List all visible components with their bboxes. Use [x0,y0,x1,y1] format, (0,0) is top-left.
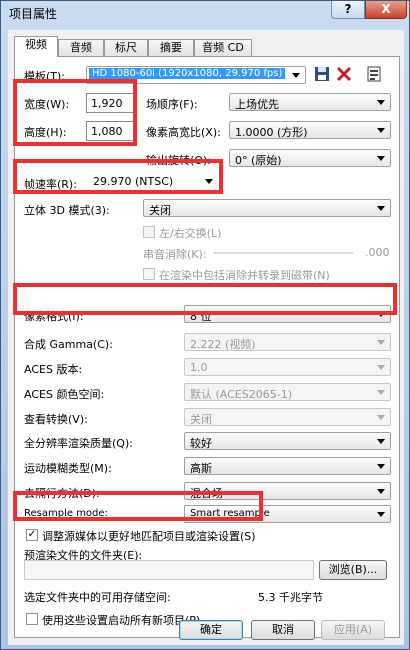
output-rotation-value: 0° (原始) [235,154,282,167]
title-bar[interactable]: 项目属性 ? X [1,1,409,25]
crosstalk-slider[interactable] [213,252,353,254]
aces-version-value: 1.0 [190,361,208,374]
adjust-media-checkbox[interactable]: ✓ [26,529,38,541]
apply-button[interactable]: 应用(A) [321,620,385,640]
stereo3d-label: 立体 3D 模式(3): [24,204,110,217]
motion-blur-label: 运动模糊类型(M): [24,462,112,475]
width-input[interactable]: 1,920 [86,93,136,113]
cancel-button[interactable]: 取消 [251,620,315,640]
resample-label: Resample mode: [24,508,108,519]
width-label: 宽度(W): [24,98,70,111]
stereo3d-dropdown[interactable]: 关闭 [143,199,391,217]
render-quality-dropdown[interactable]: 较好 [184,432,391,450]
motion-blur-value: 高斯 [190,462,212,475]
free-space-value: 5.3 千兆字节 [258,591,323,604]
deinterlace-value: 混合场 [190,487,223,500]
dialog-client: 视频 音频 标尺 摘要 音频 CD 模板(T): HD 1080-60i (19… [8,30,404,645]
field-order-dropdown[interactable]: 上场优先 [229,93,391,111]
video-settings-panel: 模板(T): HD 1080-60i (1920x1080, 29.970 fp… [14,56,400,638]
field-order-label: 场顺序(F): [146,98,198,111]
prerender-folder-input[interactable] [24,560,314,580]
motion-blur-dropdown[interactable]: 高斯 [184,457,391,475]
pixel-aspect-value: 1.0000 (方形) [235,126,308,139]
width-value: 1,920 [91,97,123,110]
tab-video[interactable]: 视频 [14,36,58,57]
height-value: 1,080 [91,125,123,138]
deinterlace-dropdown[interactable]: 混合场 [184,482,391,500]
template-value: HD 1080-60i (1920x1080, 29.970 fps) [89,68,286,79]
use-for-new-projects-checkbox[interactable] [26,613,38,625]
pixel-format-dropdown[interactable]: 8 位 [184,305,391,323]
tab-summary[interactable]: 摘要 [148,39,194,56]
frame-rate-label: 帧速率(R): [24,178,77,191]
aces-colorspace-label: ACES 颜色空间: [24,388,105,401]
include-overlaps-label: 在渲染中包括消除并转录到磁带(N) [159,269,330,282]
swap-lr-checkbox[interactable] [143,226,155,238]
render-quality-value: 较好 [190,437,212,450]
aces-colorspace-dropdown[interactable]: 默认 (ACES2065-1) [184,383,391,401]
tab-ruler[interactable]: 标尺 [104,39,148,56]
free-space-label: 选定文件夹中的可用存储空间: [24,591,171,604]
crosstalk-label: 串音消除(K): [143,248,207,261]
height-label: 高度(H): [24,126,67,139]
tab-audio-cd[interactable]: 音频 CD [194,39,252,56]
tab-audio[interactable]: 音频 [58,39,104,56]
save-template-icon[interactable] [313,65,333,85]
template-dropdown[interactable]: HD 1080-60i (1920x1080, 29.970 fps) [86,66,306,84]
frame-rate-dropdown[interactable]: 29.970 (NTSC) [88,173,218,191]
ok-button[interactable]: 确定 [179,620,243,640]
view-transform-value: 关闭 [190,413,212,426]
window-title: 项目属性 [9,7,58,21]
help-button[interactable]: ? [331,1,365,19]
frame-rate-value: 29.970 (NTSC) [93,175,174,188]
template-label: 模板(T): [24,70,66,83]
match-media-settings-icon[interactable] [365,65,385,85]
use-for-new-projects-label: 使用这些设置启动所有新项目(P) [42,614,201,627]
delete-template-icon[interactable] [335,65,355,85]
field-order-value: 上场优先 [235,98,279,111]
resample-dropdown[interactable]: Smart resample [184,505,391,523]
gamma-value: 2.222 (视频) [190,338,256,351]
include-overlaps-checkbox[interactable] [143,268,155,280]
deinterlace-label: 去隔行方法(D): [24,487,100,500]
aces-version-dropdown[interactable]: 1.0 [184,358,391,376]
pixel-aspect-label: 像素高宽比(X): [146,126,221,139]
pixel-format-label: 像素格式(I): [24,310,84,323]
view-transform-dropdown[interactable]: 关闭 [184,408,391,426]
pixel-aspect-dropdown[interactable]: 1.0000 (方形) [229,121,391,139]
stereo3d-value: 关闭 [149,204,171,217]
resample-value: Smart resample [190,508,270,519]
swap-lr-label: 左/右交换(L) [159,227,222,240]
gamma-dropdown[interactable]: 2.222 (视频) [184,333,391,351]
pixel-format-value: 8 位 [190,310,212,323]
aces-colorspace-value: 默认 (ACES2065-1) [190,388,292,401]
output-rotation-dropdown[interactable]: 0° (原始) [229,149,391,167]
crosstalk-value: .000 [365,246,390,259]
project-properties-window: 项目属性 ? X 视频 音频 标尺 摘要 音频 CD 模板(T): HD 108… [0,0,410,650]
height-input[interactable]: 1,080 [86,121,136,141]
browse-button[interactable]: 浏览(B)... [319,560,387,580]
adjust-media-label: 调整源媒体以更好地匹配项目或渲染设置(S) [42,530,256,543]
output-rotation-label: 输出旋转(O): [146,154,211,167]
aces-version-label: ACES 版本: [24,363,83,376]
close-button[interactable]: X [365,1,407,19]
view-transform-label: 查看转换(V): [24,413,88,426]
gamma-label: 合成 Gamma(C): [24,338,113,351]
render-quality-label: 全分辨率渲染质量(Q): [24,437,133,450]
